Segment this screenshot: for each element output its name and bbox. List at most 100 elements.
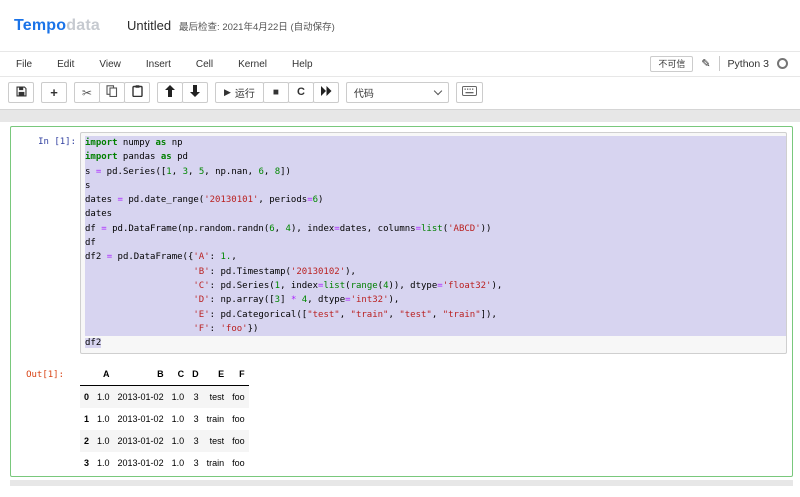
- code-line: 'B': pd.Timestamp('20130102'),: [85, 265, 786, 279]
- cut-button[interactable]: ✂: [74, 82, 100, 103]
- kernel-status-icon: [777, 58, 788, 69]
- df-cell: foo: [228, 452, 249, 474]
- move-down-icon: [190, 85, 200, 100]
- menu-right: 不可信 ✎ Python 3: [650, 56, 788, 73]
- df-index-cell: 3: [80, 452, 93, 474]
- df-body: 01.02013-01-021.03testfoo11.02013-01-021…: [80, 386, 249, 475]
- move-up-button[interactable]: [157, 82, 183, 103]
- code-line: import pandas as pd: [85, 150, 786, 164]
- df-index-cell: 1: [80, 408, 93, 430]
- menu-item-insert[interactable]: Insert: [146, 59, 171, 70]
- df-cell: 2013-01-02: [114, 408, 168, 430]
- df-col-header: C: [168, 363, 189, 386]
- trusted-button[interactable]: 不可信: [650, 56, 693, 73]
- page-bottom-strip: [10, 480, 793, 486]
- notebook-title[interactable]: Untitled: [127, 18, 171, 33]
- logo-primary: Tempo: [14, 17, 66, 34]
- df-cell: test: [203, 386, 229, 409]
- df-col-header: E: [203, 363, 229, 386]
- save-button[interactable]: [8, 82, 34, 103]
- df-cell: 1.0: [93, 386, 114, 409]
- run-button[interactable]: ▶ 运行: [215, 82, 264, 103]
- restart-run-all-icon: [320, 86, 332, 99]
- notebook-area: In [1]: import numpy as npimport pandas …: [0, 122, 800, 486]
- run-icon: ▶: [224, 88, 231, 97]
- restart-run-all-button[interactable]: [313, 82, 339, 103]
- df-cell: train: [203, 452, 229, 474]
- df-cell: 3: [188, 452, 203, 474]
- code-line: s: [85, 179, 786, 193]
- menu-bar: File Edit View Insert Cell Kernel Help 不可信 ✎ P…: [0, 51, 800, 77]
- menu-item-view[interactable]: View: [99, 59, 121, 70]
- pencil-icon[interactable]: ✎: [701, 57, 710, 70]
- df-cell: 1.0: [168, 430, 189, 452]
- title-area: Untitled 最后检查: 2021年4月22日 (自动保存): [127, 18, 335, 33]
- output-area: ABCDEF 01.02013-01-021.03testfoo11.02013…: [80, 363, 249, 474]
- code-line: 'F': 'foo'}): [85, 322, 786, 336]
- df-cell: 1.0: [168, 408, 189, 430]
- df-col-header: D: [188, 363, 203, 386]
- df-cell: 1.0: [168, 452, 189, 474]
- df-cell: 1.0: [93, 430, 114, 452]
- df-col-header: F: [228, 363, 249, 386]
- input-row: In [1]: import numpy as npimport pandas …: [16, 132, 787, 354]
- df-col-header: [80, 363, 93, 386]
- cut-icon: ✂: [82, 87, 92, 99]
- add-cell-button[interactable]: +: [41, 82, 67, 103]
- df-row: 01.02013-01-021.03testfoo: [80, 386, 249, 409]
- output-row: Out[1]: ABCDEF 01.02013-01-021.03testfoo…: [16, 363, 787, 474]
- move-down-button[interactable]: [182, 82, 208, 103]
- df-cell: 3: [188, 408, 203, 430]
- kernel-name: Python 3: [728, 58, 769, 70]
- stop-button[interactable]: ■: [263, 82, 289, 103]
- df-cell: foo: [228, 408, 249, 430]
- dataframe-table: ABCDEF 01.02013-01-021.03testfoo11.02013…: [80, 363, 249, 474]
- df-cell: foo: [228, 430, 249, 452]
- df-index-cell: 0: [80, 386, 93, 409]
- df-cell: train: [203, 408, 229, 430]
- df-cell: 2013-01-02: [114, 386, 168, 409]
- menu-item-kernel[interactable]: Kernel: [238, 59, 267, 70]
- df-index-cell: 2: [80, 430, 93, 452]
- menu-item-help[interactable]: Help: [292, 59, 313, 70]
- code-cell[interactable]: In [1]: import numpy as npimport pandas …: [10, 126, 793, 477]
- df-cell: 3: [188, 430, 203, 452]
- menu-item-file[interactable]: File: [16, 59, 32, 70]
- app-logo[interactable]: Tempodata: [14, 17, 100, 35]
- checkpoint-status: 最后检查: 2021年4月22日 (自动保存): [179, 19, 335, 33]
- copy-button[interactable]: [99, 82, 125, 103]
- df-cell: 1.0: [93, 408, 114, 430]
- code-line: dates: [85, 207, 786, 221]
- df-col-header: B: [114, 363, 168, 386]
- paste-button[interactable]: [124, 82, 150, 103]
- df-cell: test: [203, 430, 229, 452]
- df-row: 31.02013-01-021.03trainfoo: [80, 452, 249, 474]
- run-label: 运行: [235, 85, 255, 100]
- chevron-down-icon: [434, 87, 442, 95]
- notebook-top-band: [0, 109, 800, 122]
- df-cell: 1.0: [93, 452, 114, 474]
- app-header: Tempodata Untitled 最后检查: 2021年4月22日 (自动保…: [0, 0, 800, 51]
- menu-item-edit[interactable]: Edit: [57, 59, 74, 70]
- add-cell-icon: +: [50, 86, 58, 99]
- cell-type-select[interactable]: 代码: [346, 82, 449, 103]
- stop-icon: ■: [273, 88, 279, 98]
- restart-kernel-button[interactable]: C: [288, 82, 314, 103]
- output-prompt: Out[1]:: [16, 363, 80, 382]
- code-editor[interactable]: import numpy as npimport pandas as pds =…: [80, 132, 787, 354]
- divider: [719, 56, 720, 71]
- df-cell: 2013-01-02: [114, 430, 168, 452]
- code-line: df2: [85, 336, 786, 350]
- code-line: df: [85, 236, 786, 250]
- keyboard-icon: [462, 86, 477, 99]
- command-palette-button[interactable]: [456, 82, 483, 103]
- menu-items: File Edit View Insert Cell Kernel Help: [16, 59, 338, 70]
- code-line: 'C': pd.Series(1, index=list(range(4)), …: [85, 279, 786, 293]
- code-line: 'D': np.array([3] * 4, dtype='int32'),: [85, 293, 786, 307]
- save-icon: [16, 86, 27, 100]
- menu-item-cell[interactable]: Cell: [196, 59, 213, 70]
- code-line: import numpy as np: [85, 136, 786, 150]
- move-up-icon: [165, 85, 175, 100]
- restart-icon: C: [297, 87, 305, 98]
- df-col-header: A: [93, 363, 114, 386]
